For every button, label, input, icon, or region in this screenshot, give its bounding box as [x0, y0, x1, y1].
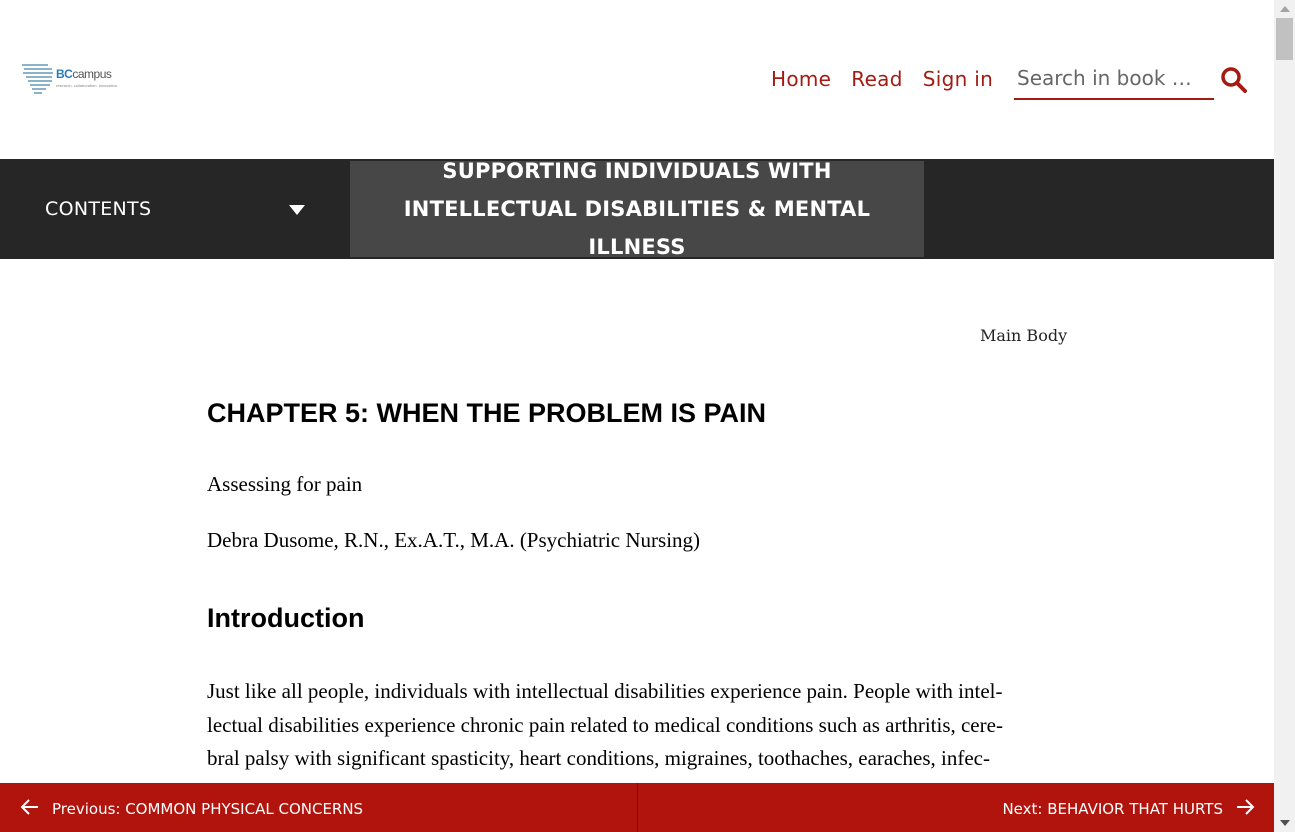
nav-home-link[interactable]: Home — [771, 67, 831, 91]
logo-wordmark: BCcampus — [56, 67, 112, 81]
search-input[interactable] — [1014, 62, 1213, 94]
paragraph-line: Just like all people, individuals with i… — [207, 679, 1003, 703]
body-paragraph: Just like all people, individuals with i… — [207, 675, 1067, 776]
section-heading: Introduction — [207, 603, 365, 633]
search-icon[interactable] — [1220, 66, 1248, 94]
scrollbar-thumb[interactable] — [1276, 18, 1293, 60]
previous-chapter-label: Previous: COMMON PHYSICAL CONCERNS — [52, 800, 364, 818]
chapter-author: Debra Dusome, R.N., Ex.A.T., M.A. (Psych… — [207, 528, 701, 552]
arrow-right-icon — [1237, 799, 1255, 815]
logo-tagline: research. collaboration. innovation. — [56, 83, 119, 88]
book-bar: CONTENTS SUPPORTING INDIVIDUALS WITH INT… — [0, 159, 1274, 259]
book-title-text: SUPPORTING INDIVIDUALS WITH INTELLECTUAL… — [403, 159, 871, 259]
scroll-down-arrow-icon[interactable] — [1280, 820, 1290, 826]
paragraph-line: lectual disabilities experience chronic … — [207, 712, 1003, 737]
next-chapter-link[interactable]: Next: BEHAVIOR THAT HURTS — [637, 783, 1275, 832]
chapter-subtitle: Assessing for pain — [207, 472, 363, 496]
top-nav: Home Read Sign in — [771, 64, 1013, 94]
search-field — [1014, 62, 1214, 100]
paragraph-line: bral palsy with significant spasticity, … — [207, 746, 990, 770]
bccampus-logo[interactable]: BCcampus research. collaboration. innova… — [20, 62, 120, 96]
vertical-scrollbar[interactable] — [1274, 0, 1295, 832]
site-header: BCcampus research. collaboration. innova… — [0, 0, 1274, 159]
scroll-up-arrow-icon[interactable] — [1280, 6, 1290, 12]
bccampus-map-icon — [22, 64, 53, 94]
next-chapter-label: Next: BEHAVIOR THAT HURTS — [1002, 800, 1223, 818]
part-label: Main Body — [980, 326, 1068, 345]
contents-label: CONTENTS — [45, 198, 152, 220]
caret-down-icon — [289, 205, 305, 215]
arrow-left-icon — [20, 799, 38, 815]
nav-read-link[interactable]: Read — [851, 67, 902, 91]
chapter-title: CHAPTER 5: WHEN THE PROBLEM IS PAIN — [207, 398, 767, 428]
chapter-navigation: Previous: COMMON PHYSICAL CONCERNS Next:… — [0, 783, 1274, 832]
contents-toggle-button[interactable]: CONTENTS — [0, 159, 350, 259]
nav-sign-in-link[interactable]: Sign in — [923, 67, 993, 91]
book-title[interactable]: SUPPORTING INDIVIDUALS WITH INTELLECTUAL… — [350, 159, 924, 259]
previous-chapter-link[interactable]: Previous: COMMON PHYSICAL CONCERNS — [0, 783, 636, 832]
